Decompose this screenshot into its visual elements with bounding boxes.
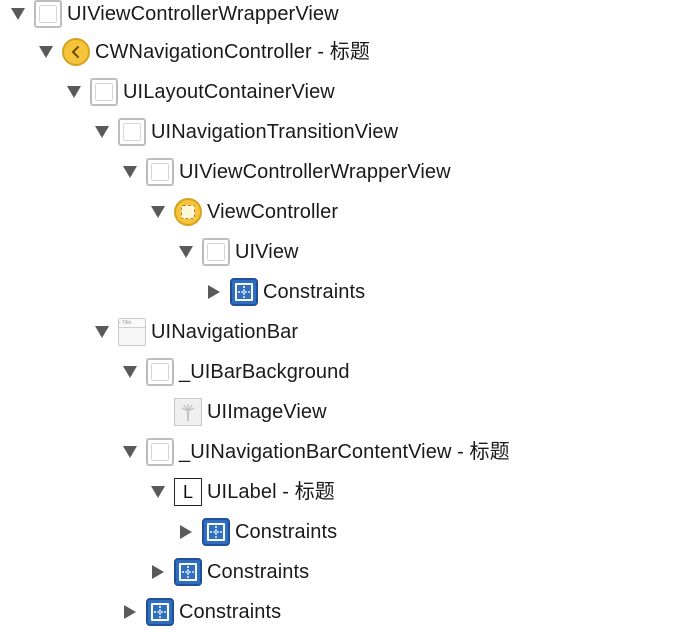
view-icon (34, 0, 62, 28)
view-icon (90, 78, 118, 106)
outline-item-label: UIViewControllerWrapperView (67, 3, 339, 25)
constraints-icon (146, 598, 174, 626)
outline-item-label: UIImageView (207, 401, 327, 423)
triangle-down-icon (123, 366, 137, 378)
triangle-down-icon (95, 126, 109, 138)
constraint-crosshair-icon (210, 526, 222, 538)
triangle-down-icon (95, 326, 109, 338)
outline-item-label: UINavigationBar (151, 321, 299, 343)
disclosure-triangle-expanded[interactable] (118, 352, 142, 392)
outline-item-label: Constraints (179, 601, 282, 623)
disclosure-triangle-expanded[interactable] (146, 192, 170, 232)
navigation-bar-icon: ‹ Title (118, 318, 146, 346)
triangle-right-icon (180, 525, 192, 539)
triangle-down-icon (151, 486, 165, 498)
outline-row-constraints[interactable]: Constraints (146, 552, 309, 592)
disclosure-triangle-expanded[interactable] (90, 112, 114, 152)
disclosure-triangle-collapsed[interactable] (118, 592, 142, 632)
triangle-right-icon (152, 565, 164, 579)
view-icon (146, 158, 174, 186)
outline-item-label: UIViewControllerWrapperView (179, 161, 451, 183)
label-icon: L (174, 478, 202, 506)
constraints-icon (174, 558, 202, 586)
triangle-down-icon (39, 46, 53, 58)
triangle-down-icon (67, 86, 81, 98)
outline-row-uiimageview[interactable]: UIImageView (146, 392, 327, 432)
triangle-down-icon (123, 166, 137, 178)
outline-row-cwnavigationcontroller[interactable]: CWNavigationController - 标题 (34, 32, 370, 72)
triangle-right-icon (208, 285, 220, 299)
outline-row-constraints[interactable]: Constraints (174, 512, 337, 552)
constraints-icon (230, 278, 258, 306)
outline-item-label: Constraints (263, 281, 366, 303)
outline-row-uilayoutcontainerview[interactable]: UILayoutContainerView (62, 72, 335, 112)
view-controller-icon (174, 198, 202, 226)
disclosure-triangle-collapsed[interactable] (146, 552, 170, 592)
outline-row-uiview[interactable]: UIView (174, 232, 299, 272)
outline-item-label: UILayoutContainerView (123, 81, 335, 103)
navigation-bar-icon-strip: ‹ Title (119, 319, 145, 328)
navigation-controller-icon (62, 38, 90, 66)
view-icon (118, 118, 146, 146)
outline-item-label: Constraints (207, 561, 310, 583)
constraints-icon (202, 518, 230, 546)
outline-item-label: _UINavigationBarContentView - 标题 (179, 441, 510, 463)
disclosure-triangle-expanded[interactable] (118, 152, 142, 192)
outline-row-uiviewcontrollerwrapperview[interactable]: UIViewControllerWrapperView (6, 0, 339, 34)
disclosure-triangle-expanded[interactable] (118, 432, 142, 472)
triangle-down-icon (123, 446, 137, 458)
image-view-icon (174, 398, 202, 426)
outline-row-uinavigationtransitionview[interactable]: UINavigationTransitionView (90, 112, 398, 152)
outline-item-label: UINavigationTransitionView (151, 121, 399, 143)
view-icon (146, 358, 174, 386)
outline-item-label: Constraints (235, 521, 338, 543)
outline-item-label: UIView (235, 241, 299, 263)
navigation-bar-icon-title: Title (121, 320, 132, 326)
triangle-down-icon (151, 206, 165, 218)
view-icon (146, 438, 174, 466)
outline-item-label: UILabel - 标题 (207, 481, 335, 503)
outline-row-uinavigationbarcontentview[interactable]: _UINavigationBarContentView - 标题 (118, 432, 510, 472)
outline-row-uibarbackground[interactable]: _UIBarBackground (118, 352, 350, 392)
outline-item-label: ViewController (207, 201, 339, 223)
chevron-left-icon (72, 46, 79, 58)
view-icon (202, 238, 230, 266)
document-outline-tree: UIViewControllerWrapperView CWNavigation… (0, 0, 692, 628)
disclosure-triangle-expanded[interactable] (90, 312, 114, 352)
outline-row-uiviewcontrollerwrapperview-inner[interactable]: UIViewControllerWrapperView (118, 152, 451, 192)
triangle-down-icon (11, 8, 25, 20)
constraint-crosshair-icon (154, 606, 166, 618)
constraint-crosshair-icon (182, 566, 194, 578)
disclosure-triangle-expanded[interactable] (146, 472, 170, 512)
outline-row-uilabel[interactable]: L UILabel - 标题 (146, 472, 335, 512)
outline-row-constraints[interactable]: Constraints (118, 592, 281, 632)
view-controller-inner-square (181, 205, 195, 219)
outline-item-label: _UIBarBackground (179, 361, 350, 383)
outline-row-viewcontroller[interactable]: ViewController (146, 192, 338, 232)
disclosure-triangle-expanded[interactable] (34, 32, 58, 72)
palm-tree-icon (181, 404, 195, 421)
disclosure-triangle-expanded[interactable] (174, 232, 198, 272)
disclosure-triangle-expanded[interactable] (6, 0, 30, 34)
triangle-right-icon (124, 605, 136, 619)
outline-row-uinavigationbar[interactable]: ‹ Title UINavigationBar (90, 312, 298, 352)
disclosure-triangle-collapsed[interactable] (174, 512, 198, 552)
outline-row-constraints[interactable]: Constraints (202, 272, 365, 312)
disclosure-triangle-collapsed[interactable] (202, 272, 226, 312)
triangle-down-icon (179, 246, 193, 258)
disclosure-triangle-expanded[interactable] (62, 72, 86, 112)
constraint-crosshair-icon (238, 286, 250, 298)
outline-item-label: CWNavigationController - 标题 (95, 41, 370, 63)
